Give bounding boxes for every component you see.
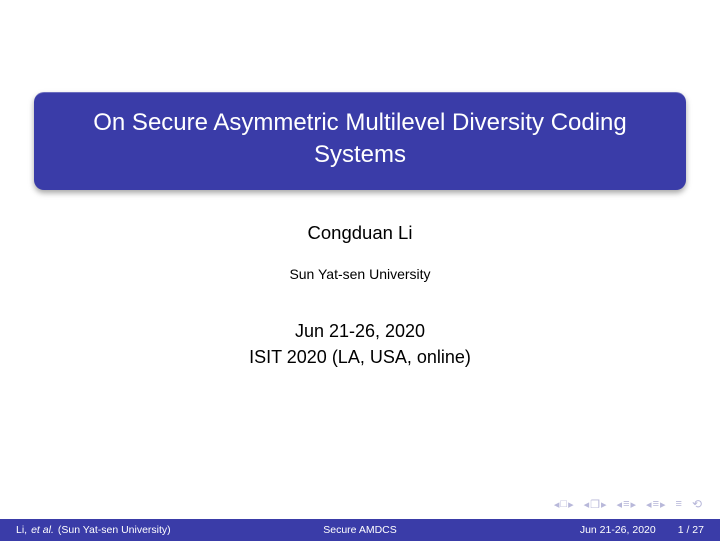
nav-appendix-icon[interactable]: ≡ xyxy=(676,498,682,510)
affiliation-text: Sun Yat-sen University xyxy=(289,266,430,282)
footer-short-title: Secure AMDCS xyxy=(323,524,397,536)
title-text: On Secure Asymmetric Multilevel Diversit… xyxy=(93,109,627,168)
footer-etal: et al. xyxy=(31,524,54,536)
author-text: Congduan Li xyxy=(308,222,413,243)
author: Congduan Li xyxy=(0,222,720,244)
beamer-nav: ◂ □ ▸ ◂ ❐ ▸ ◂ ≡ ▸ ◂ ≡ ▸ ≡ ⟲ xyxy=(554,497,702,511)
nav-next-icon: ▸ xyxy=(568,498,574,511)
nav-prev-icon: ◂ xyxy=(554,498,560,511)
nav-lines-icon: ≡ xyxy=(623,498,629,510)
nav-next-icon: ▸ xyxy=(631,498,637,511)
nav-next-icon: ▸ xyxy=(660,498,666,511)
venue-text: ISIT 2020 (LA, USA, online) xyxy=(0,344,720,370)
footer-page: 1 / 27 xyxy=(678,524,704,536)
nav-prev-icon: ◂ xyxy=(617,498,623,511)
nav-part-group[interactable]: ◂ ≡ ▸ xyxy=(646,498,665,511)
footer-bar: Li, et al. (Sun Yat-sen University) Secu… xyxy=(0,519,720,541)
footer-left: Li, et al. (Sun Yat-sen University) xyxy=(0,524,171,536)
nav-subsection-group[interactable]: ◂ ❐ ▸ xyxy=(584,498,607,511)
nav-frame-group[interactable]: ◂ □ ▸ xyxy=(554,498,574,511)
date-venue: Jun 21-26, 2020 ISIT 2020 (LA, USA, onli… xyxy=(0,318,720,370)
nav-frame-icon: □ xyxy=(560,498,567,510)
footer-author-short: Li, xyxy=(16,524,27,536)
nav-next-icon: ▸ xyxy=(601,498,607,511)
footer-affil-short: (Sun Yat-sen University) xyxy=(58,524,171,536)
footer-date: Jun 21-26, 2020 xyxy=(580,524,656,536)
date-text: Jun 21-26, 2020 xyxy=(0,318,720,344)
affiliation: Sun Yat-sen University xyxy=(0,266,720,282)
slide: On Secure Asymmetric Multilevel Diversit… xyxy=(0,0,720,541)
footer-right: Jun 21-26, 2020 1 / 27 xyxy=(580,524,720,536)
nav-lines-icon: ≡ xyxy=(653,498,659,510)
nav-doc-icon: ❐ xyxy=(590,498,600,511)
nav-prev-icon: ◂ xyxy=(584,498,590,511)
nav-section-group[interactable]: ◂ ≡ ▸ xyxy=(617,498,636,511)
slide-title: On Secure Asymmetric Multilevel Diversit… xyxy=(34,92,686,190)
nav-back-icon[interactable]: ⟲ xyxy=(692,497,702,511)
nav-prev-icon: ◂ xyxy=(646,498,652,511)
